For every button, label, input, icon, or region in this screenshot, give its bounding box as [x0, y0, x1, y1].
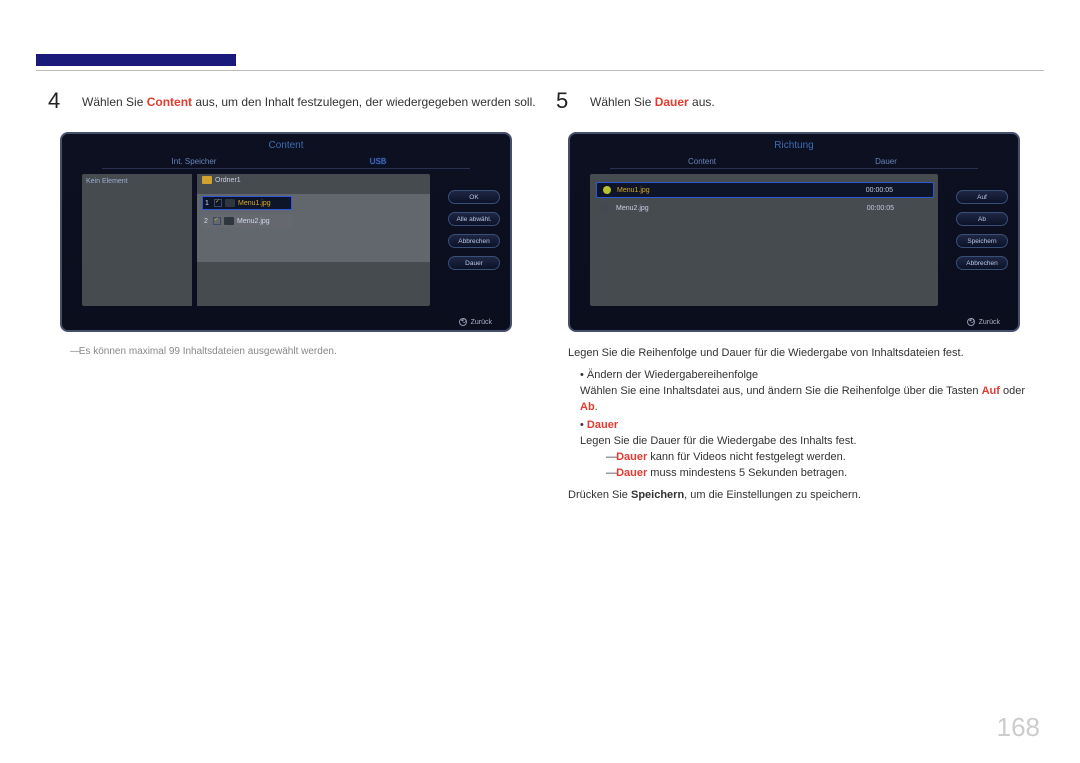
- dauer-button[interactable]: Dauer: [448, 256, 500, 270]
- step-number: 4: [48, 88, 70, 114]
- back-icon: [967, 318, 975, 326]
- text: oder: [1000, 385, 1025, 397]
- file-label: Menu2.jpg: [237, 218, 270, 225]
- text: Wählen Sie: [82, 95, 147, 109]
- thumbnail-icon: [225, 199, 235, 207]
- screen-title: Richtung: [570, 134, 1018, 151]
- explain-item-1: Ändern der Wiedergabereihenfolge Wählen …: [580, 368, 1044, 416]
- text: Drücken Sie: [568, 489, 631, 501]
- text: Wählen Sie: [590, 95, 655, 109]
- step-text: Wählen Sie Content aus, um den Inhalt fe…: [82, 88, 536, 111]
- down-button[interactable]: Ab: [956, 212, 1008, 226]
- file-label: Menu1.jpg: [617, 187, 757, 194]
- keyword-dauer: Dauer: [616, 467, 647, 479]
- folder-label: Ordner1: [215, 177, 241, 184]
- note-left: Es können maximal 99 Inhaltsdateien ausg…: [70, 346, 536, 357]
- back-footer[interactable]: Zurück: [459, 318, 492, 326]
- subnote-1: Dauer kann für Videos nicht festgelegt w…: [606, 450, 1044, 466]
- checkbox-icon[interactable]: [213, 217, 221, 225]
- page-number: 168: [997, 712, 1040, 743]
- text: aus.: [689, 95, 715, 109]
- screenshot-richtung: Richtung Content Dauer Menu1.jpg 00:00:0…: [568, 132, 1020, 332]
- folder-item[interactable]: Ordner1: [202, 176, 241, 184]
- tab-content[interactable]: Content: [610, 155, 794, 168]
- subnote-2: Dauer muss mindestens 5 Sekunden betrage…: [606, 466, 1044, 482]
- keyword-speichern: Speichern: [631, 489, 684, 501]
- list-row-2[interactable]: Menu2.jpg 00:00:05: [596, 200, 934, 216]
- cancel-button[interactable]: Abbrechen: [956, 256, 1008, 270]
- divider: [36, 70, 1044, 71]
- text: , um die Einstellungen zu speichern.: [684, 489, 861, 501]
- file-row-1[interactable]: 1 Menu1.jpg: [202, 196, 292, 210]
- text: aus, um den Inhalt festzulegen, der wied…: [192, 95, 536, 109]
- list-row-1[interactable]: Menu1.jpg 00:00:05: [596, 182, 934, 198]
- explain-intro: Legen Sie die Reihenfolge und Dauer für …: [568, 346, 1044, 362]
- active-dot-icon: [603, 186, 611, 194]
- file-row-2[interactable]: 2 Menu2.jpg: [202, 214, 292, 228]
- up-button[interactable]: Auf: [956, 190, 1008, 204]
- keyword-dauer: Dauer: [587, 419, 618, 431]
- file-label: Menu2.jpg: [616, 205, 649, 212]
- screen-title: Content: [62, 134, 510, 151]
- keyword-dauer: Dauer: [655, 95, 689, 109]
- back-label: Zurück: [979, 319, 1000, 326]
- explain-save: Drücken Sie Speichern, um die Einstellun…: [568, 488, 1044, 504]
- keyword-auf: Auf: [982, 385, 1000, 397]
- left-pane-label: Kein Element: [82, 174, 192, 189]
- step-number: 5: [556, 88, 578, 114]
- keyword-content: Content: [147, 95, 192, 109]
- folder-icon: [202, 176, 212, 184]
- keyword-dauer: Dauer: [616, 451, 647, 463]
- row-number: 2: [202, 218, 210, 225]
- text: Legen Sie die Dauer für die Wiedergabe d…: [580, 435, 856, 447]
- file-icon: [601, 204, 611, 212]
- back-label: Zurück: [471, 319, 492, 326]
- duration-value: 00:00:05: [866, 187, 933, 194]
- tab-dauer[interactable]: Dauer: [794, 155, 978, 168]
- item-title: Ändern der Wiedergabereihenfolge: [587, 369, 758, 381]
- accent-bar: [36, 54, 236, 66]
- duration-value: 00:00:05: [867, 205, 934, 212]
- tab-int-speicher[interactable]: Int. Speicher: [102, 155, 286, 168]
- back-icon: [459, 318, 467, 326]
- checkbox-icon[interactable]: [214, 199, 222, 207]
- deselect-all-button[interactable]: Alle abwähl.: [448, 212, 500, 226]
- ok-button[interactable]: OK: [448, 190, 500, 204]
- step-5: 5 Wählen Sie Dauer aus.: [556, 88, 1044, 114]
- file-label: Menu1.jpg: [238, 200, 271, 207]
- text: Wählen Sie eine Inhaltsdatei aus, und än…: [580, 385, 982, 397]
- back-footer[interactable]: Zurück: [967, 318, 1000, 326]
- thumbnail-icon: [224, 217, 234, 225]
- text: kann für Videos nicht festgelegt werden.: [647, 451, 846, 463]
- screenshot-content: Content Int. Speicher USB Kein Element O…: [60, 132, 512, 332]
- tab-usb[interactable]: USB: [286, 155, 470, 168]
- step-4: 4 Wählen Sie Content aus, um den Inhalt …: [48, 88, 536, 114]
- cancel-button[interactable]: Abbrechen: [448, 234, 500, 248]
- explain-item-2: Dauer Legen Sie die Dauer für die Wieder…: [580, 418, 1044, 482]
- text: muss mindestens 5 Sekunden betragen.: [647, 467, 847, 479]
- save-button[interactable]: Speichern: [956, 234, 1008, 248]
- step-text: Wählen Sie Dauer aus.: [590, 88, 715, 111]
- keyword-ab: Ab: [580, 401, 595, 413]
- row-number: 1: [203, 200, 211, 207]
